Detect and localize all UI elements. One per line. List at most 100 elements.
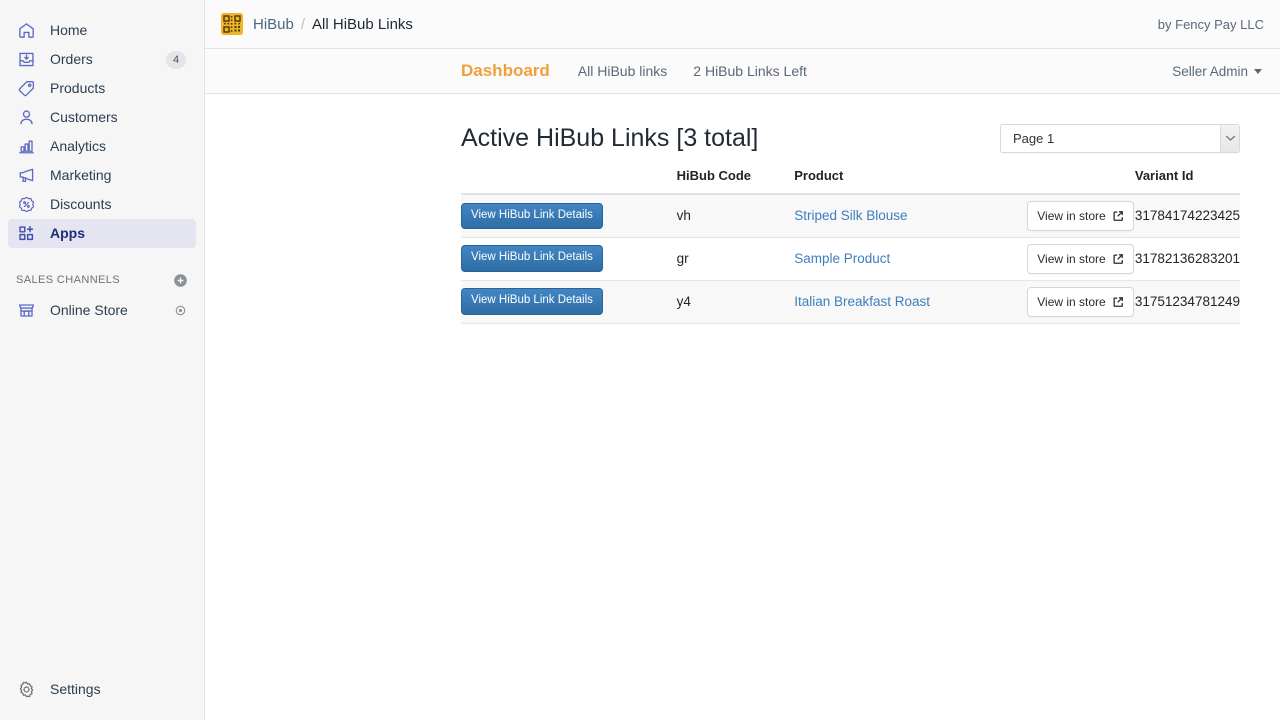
products-icon	[16, 79, 36, 99]
plus-circle-icon[interactable]	[173, 273, 188, 288]
table-body: View HiBub Link Details vh Striped Silk …	[461, 194, 1240, 324]
product-link[interactable]: Sample Product	[794, 251, 890, 266]
sidebar-item-marketing[interactable]: Marketing	[8, 161, 196, 190]
cell-code: vh	[676, 194, 795, 238]
marketing-icon	[16, 166, 36, 186]
variant-id: 31784174223425	[1134, 208, 1240, 224]
sidebar-item-discounts[interactable]: Discounts	[8, 190, 196, 219]
account-menu-label: Seller Admin	[1172, 63, 1248, 79]
view-in-store-label: View in store	[1037, 294, 1106, 309]
sidebar-item-orders[interactable]: Orders 4	[8, 45, 196, 74]
sidebar-item-label: Products	[50, 80, 106, 96]
app-tabbar: Dashboard All HiBub links 2 HiBub Links …	[205, 49, 1280, 94]
sidebar-item-home[interactable]: Home	[8, 16, 196, 45]
customers-icon	[16, 108, 36, 128]
sidebar-settings-container: Settings	[0, 675, 204, 704]
column-header-product: Product	[794, 164, 1028, 195]
external-link-icon	[1112, 253, 1124, 265]
table-header-row: HiBub Code Product Variant Id	[461, 164, 1240, 195]
table-row: View HiBub Link Details vh Striped Silk …	[461, 194, 1240, 238]
cell-store: View in store	[1027, 194, 1135, 238]
cell-store: View in store	[1027, 237, 1135, 281]
view-hibub-link-details-button[interactable]: View HiBub Link Details	[461, 202, 603, 229]
cell-product: Sample Product	[794, 237, 1028, 281]
view-in-store-button[interactable]: View in store	[1027, 286, 1134, 317]
cell-variant: 31782136283201	[1134, 237, 1240, 281]
view-in-store-button[interactable]: View in store	[1027, 243, 1134, 274]
cell-variant: 31784174223425	[1134, 194, 1240, 238]
app-topbar: HiBub / All HiBub Links by Fency Pay LLC	[205, 0, 1280, 49]
storefront-icon	[16, 301, 36, 321]
cell-product: Italian Breakfast Roast	[794, 280, 1028, 324]
app-root: Home Orders 4 Products Customers Analyti…	[0, 0, 1280, 720]
sidebar-item-label: Customers	[50, 109, 118, 125]
table-head: HiBub Code Product Variant Id	[461, 164, 1240, 195]
sidebar: Home Orders 4 Products Customers Analyti…	[0, 0, 205, 720]
app-byline: by Fency Pay LLC	[1157, 16, 1264, 32]
column-header-action	[461, 164, 677, 195]
account-menu[interactable]: Seller Admin	[1172, 64, 1262, 79]
sidebar-item-label: Online Store	[50, 302, 128, 318]
table-row: View HiBub Link Details gr Sample Produc…	[461, 237, 1240, 281]
view-hibub-link-details-button[interactable]: View HiBub Link Details	[461, 245, 603, 272]
sidebar-item-label: Analytics	[50, 138, 107, 154]
cell-variant: 31751234781249	[1134, 280, 1240, 324]
cell-store: View in store	[1027, 280, 1135, 324]
page-select[interactable]: Page 1	[1000, 123, 1240, 153]
sidebar-item-label: Apps	[50, 225, 85, 241]
tab-hibub-links-left[interactable]: 2 HiBub Links Left	[693, 63, 807, 79]
variant-id: 31751234781249	[1134, 294, 1240, 309]
page-title: Active HiBub Links [3 total]	[461, 123, 759, 152]
sidebar-item-settings[interactable]: Settings	[8, 675, 196, 704]
orders-count-badge: 4	[166, 50, 186, 69]
column-header-code: HiBub Code	[676, 164, 795, 195]
chevron-down-icon[interactable]	[1220, 124, 1239, 152]
view-in-store-label: View in store	[1037, 208, 1106, 223]
apps-icon	[16, 224, 36, 244]
tab-dashboard[interactable]: Dashboard	[461, 61, 550, 81]
product-link[interactable]: Italian Breakfast Roast	[794, 294, 930, 309]
main-content: Active HiBub Links [3 total] Page 1 HiBu…	[205, 94, 1280, 720]
sidebar-item-apps[interactable]: Apps	[8, 219, 196, 248]
tab-all-hibub-links[interactable]: All HiBub links	[578, 63, 667, 79]
sidebar-item-label: Home	[50, 22, 88, 38]
sales-channels-header: SALES CHANNELS	[8, 266, 196, 294]
sidebar-item-label: Settings	[50, 681, 101, 697]
content-area: HiBub / All HiBub Links by Fency Pay LLC…	[205, 0, 1280, 720]
hibub-links-table: HiBub Code Product Variant Id View HiBub…	[461, 164, 1240, 324]
column-header-store	[1027, 164, 1135, 195]
sidebar-item-online-store[interactable]: Online Store	[8, 296, 196, 325]
analytics-icon	[16, 137, 36, 157]
gear-icon	[16, 680, 36, 700]
sidebar-item-label: Discounts	[50, 196, 112, 212]
orders-icon	[16, 50, 36, 70]
sidebar-item-products[interactable]: Products	[8, 74, 196, 103]
table-row: View HiBub Link Details y4 Italian Break…	[461, 280, 1240, 324]
cell-code: gr	[676, 237, 795, 281]
sidebar-item-analytics[interactable]: Analytics	[8, 132, 196, 161]
sidebar-item-customers[interactable]: Customers	[8, 103, 196, 132]
sidebar-item-label: Marketing	[50, 167, 112, 183]
view-hibub-link-details-button[interactable]: View HiBub Link Details	[461, 288, 603, 315]
breadcrumb-separator: /	[300, 15, 306, 33]
chevron-down-icon	[1254, 68, 1262, 74]
qr-code-app-icon	[221, 13, 243, 35]
view-in-store-button[interactable]: View in store	[1027, 200, 1134, 231]
column-header-variant: Variant Id	[1134, 164, 1240, 195]
sales-channels-title: SALES CHANNELS	[16, 274, 121, 286]
discounts-icon	[16, 195, 36, 215]
cell-action: View HiBub Link Details	[461, 194, 677, 238]
view-in-store-label: View in store	[1037, 251, 1106, 266]
cell-code: y4	[676, 280, 795, 324]
breadcrumb-current: All HiBub Links	[312, 15, 413, 33]
title-row: Active HiBub Links [3 total] Page 1	[461, 94, 1240, 156]
external-link-icon	[1112, 210, 1124, 222]
variant-id: 31782136283201	[1134, 251, 1240, 266]
cell-product: Striped Silk Blouse	[794, 194, 1028, 238]
breadcrumb-app-link[interactable]: HiBub	[253, 16, 294, 33]
eye-icon[interactable]	[173, 303, 188, 318]
external-link-icon	[1112, 296, 1124, 308]
product-link[interactable]: Striped Silk Blouse	[794, 208, 907, 223]
home-icon	[16, 21, 36, 41]
sidebar-item-label: Orders	[50, 51, 93, 67]
